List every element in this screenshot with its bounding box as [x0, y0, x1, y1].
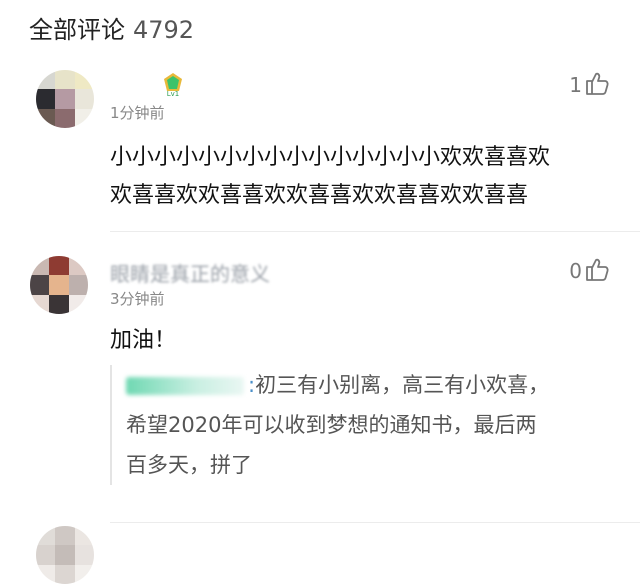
quoted-text-line: 希望2020年可以收到梦想的通知书，最后两	[126, 413, 537, 437]
comment-text-line: 小小小小小小小小小小小小小小小欢欢喜喜欢	[110, 145, 551, 170]
like-count: 1	[569, 73, 582, 97]
quoted-text-line: 初三有小别离，高三有小欢喜，	[255, 373, 550, 397]
thumbs-up-icon	[586, 258, 609, 281]
comment-text-line: 欢喜喜欢欢喜喜欢欢喜喜欢欢喜喜欢欢喜喜	[110, 183, 529, 208]
like-count: 0	[569, 259, 582, 283]
quoted-reply[interactable]: :初三有小别离，高三有小欢喜， 希望2020年可以收到梦想的通知书，最后两 百多…	[110, 365, 640, 485]
quoted-username[interactable]	[126, 377, 244, 395]
comment-username[interactable]: 眼睛是真正的意义	[110, 258, 270, 287]
like-button[interactable]: 0	[569, 256, 610, 282]
divider	[110, 522, 640, 523]
avatar[interactable]	[36, 526, 94, 584]
comment-text: 小小小小小小小小小小小小小小小欢欢喜喜欢 欢喜喜欢欢喜喜欢欢喜喜欢欢喜喜欢欢喜喜	[110, 139, 550, 215]
comment-time: 3分钟前	[110, 290, 165, 308]
like-button[interactable]: 1	[569, 70, 610, 96]
comment-text: 加油！	[110, 328, 177, 353]
avatar[interactable]	[36, 70, 94, 128]
level-badge-icon: Lv1	[164, 73, 182, 97]
svg-text:Lv1: Lv1	[167, 90, 180, 97]
avatar[interactable]	[30, 256, 88, 314]
comment-item: Lv1 1分钟前 1 小小小小小小小小小小小小小小小欢欢喜喜欢 欢喜喜欢欢喜喜欢…	[0, 0, 640, 230]
quoted-text-line: 百多天，拼了	[126, 453, 252, 477]
comment-time: 1分钟前	[110, 104, 165, 122]
thumbs-up-icon	[586, 72, 609, 95]
